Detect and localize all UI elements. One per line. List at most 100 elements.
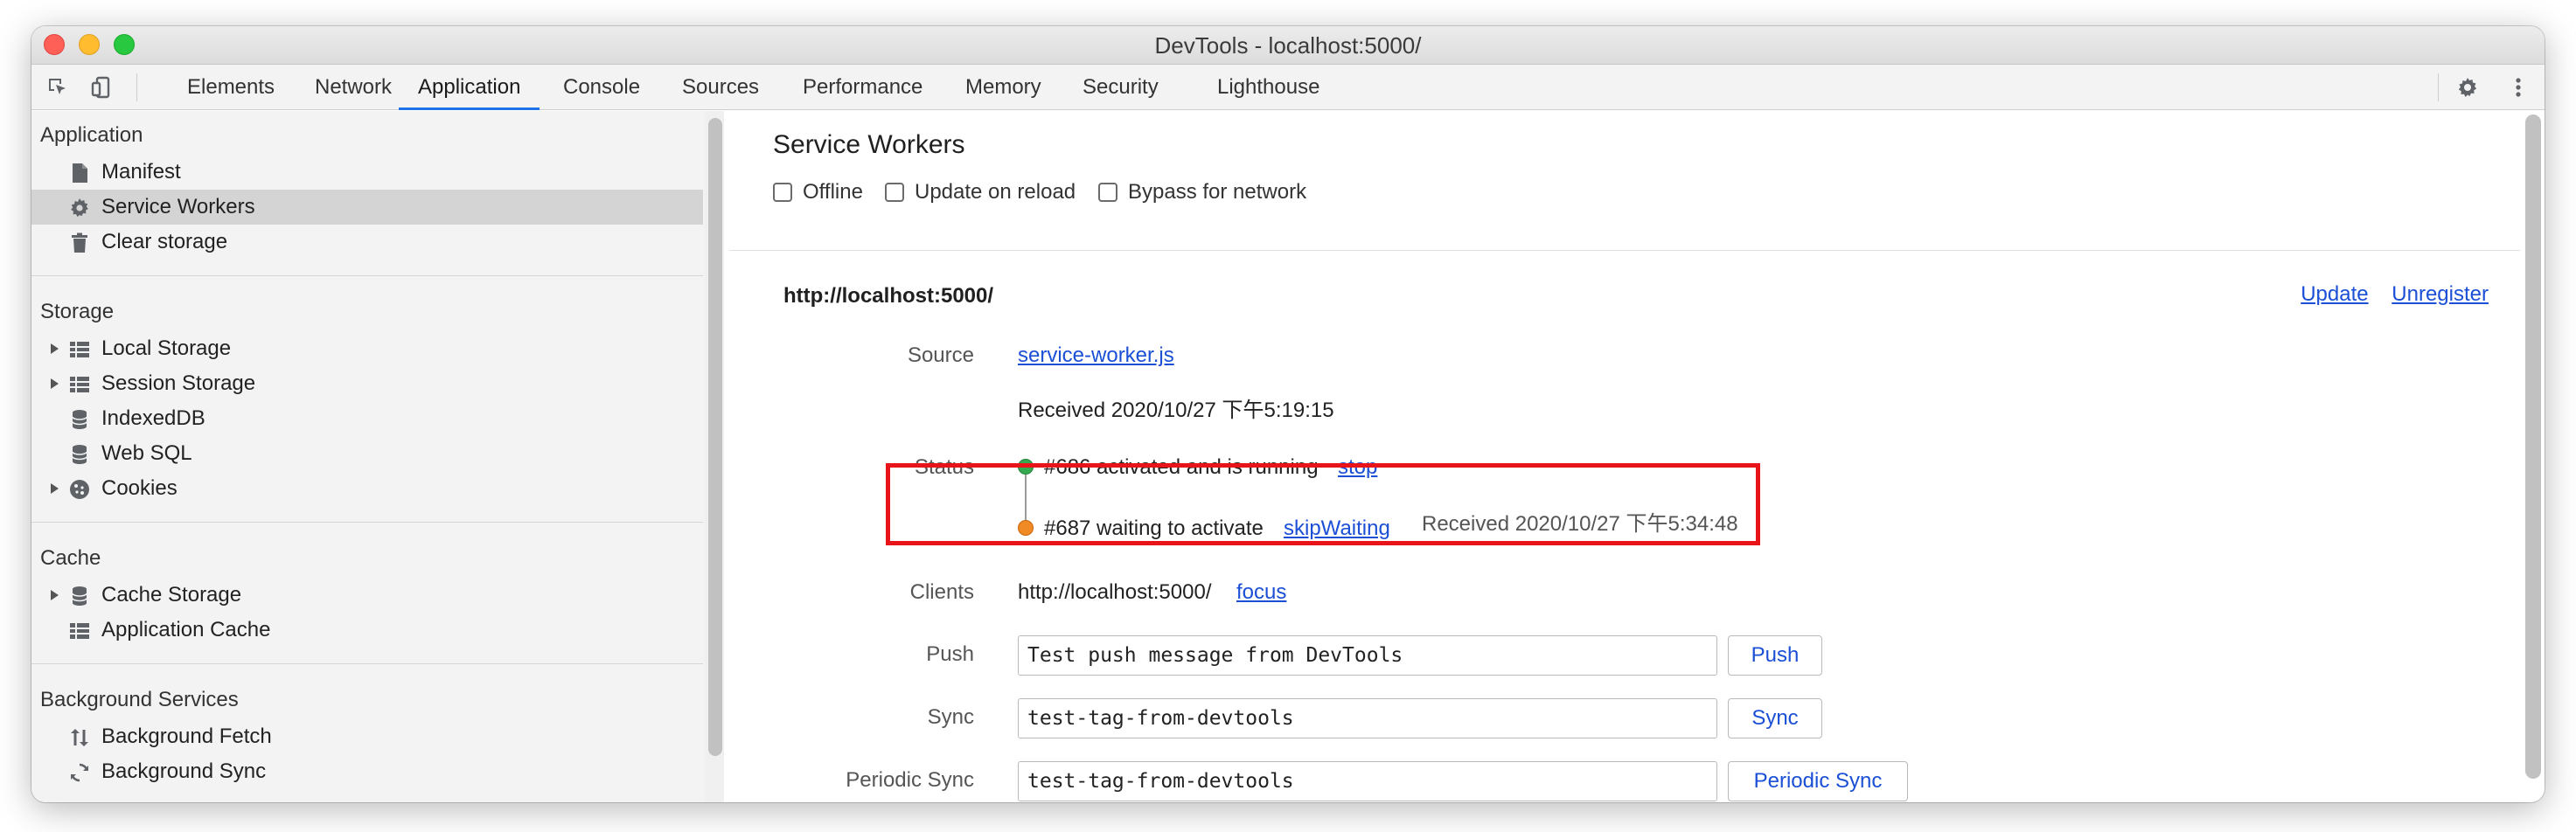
main-scrollbar[interactable]	[2525, 114, 2541, 779]
sidebar-item-cookies[interactable]: Cookies	[31, 471, 703, 506]
sidebar-scrollbar[interactable]	[708, 118, 722, 756]
source-file-link[interactable]: service-worker.js	[1018, 343, 1174, 367]
sidebar-item-label: Background Sync	[101, 759, 267, 783]
kebab-menu-icon[interactable]	[2506, 75, 2531, 100]
cookie-icon	[68, 478, 91, 501]
expand-arrow-icon[interactable]	[51, 378, 59, 389]
tab-performance[interactable]: Performance	[783, 65, 942, 110]
worker-actions: Update Unregister	[2283, 282, 2489, 307]
tab-lighthouse[interactable]: Lighthouse	[1198, 65, 1339, 110]
sidebar-item-label: Local Storage	[101, 336, 232, 360]
expand-arrow-icon[interactable]	[51, 590, 59, 600]
sidebar-item-manifest[interactable]: Manifest	[31, 155, 703, 190]
sidebar-item-label: Cache Storage	[101, 583, 242, 607]
sidebar-item-label: Background Fetch	[101, 725, 272, 748]
update-link[interactable]: Update	[2301, 282, 2368, 306]
waiting-worker-highlight-box	[886, 463, 1760, 545]
sidebar-heading-cache: Cache	[40, 546, 101, 570]
sidebar-item-background-sync[interactable]: Background Sync	[31, 754, 703, 789]
sync-button[interactable]: Sync	[1728, 698, 1822, 738]
unregister-link[interactable]: Unregister	[2392, 282, 2489, 306]
periodic-sync-button[interactable]: Periodic Sync	[1728, 761, 1908, 801]
toolbar-separator	[136, 73, 137, 101]
sidebar-item-service-workers[interactable]: Service Workers	[31, 190, 703, 225]
gear-icon	[68, 197, 91, 219]
sidebar-heading-storage: Storage	[40, 300, 115, 323]
up-down-arrows-icon	[68, 726, 91, 749]
tab-elements[interactable]: Elements	[168, 65, 294, 110]
sidebar-item-label: Session Storage	[101, 371, 256, 395]
toolbar-separator	[2438, 73, 2439, 101]
source-label: Source	[907, 343, 974, 367]
source-received: Received 2020/10/27 下午5:19:15	[1018, 399, 1334, 422]
sync-label: Sync	[927, 705, 974, 729]
sidebar-item-web-sql[interactable]: Web SQL	[31, 436, 703, 471]
tab-console[interactable]: Console	[544, 65, 659, 110]
sidebar-item-clear-storage[interactable]: Clear storage	[31, 225, 703, 260]
sidebar-item-label: Manifest	[101, 160, 181, 184]
focus-link[interactable]: focus	[1236, 580, 1286, 604]
sidebar-item-session-storage[interactable]: Session Storage	[31, 366, 703, 401]
push-message-input[interactable]: Test push message from DevTools	[1018, 635, 1717, 676]
source-value: service-worker.js	[1018, 343, 1174, 368]
checkbox-label: Bypass for network	[1128, 180, 1307, 204]
push-button[interactable]: Push	[1728, 635, 1822, 676]
section-divider	[729, 250, 2520, 251]
sidebar-heading-background-services: Background Services	[40, 688, 239, 711]
checkbox-box[interactable]	[885, 183, 904, 202]
database-icon	[68, 585, 91, 607]
push-label: Push	[926, 642, 974, 666]
sidebar-divider	[31, 663, 703, 664]
inspect-element-icon[interactable]	[45, 75, 70, 100]
checkbox-label: Update on reload	[915, 180, 1076, 204]
window-title: DevTools - localhost:5000/	[1154, 32, 1422, 59]
sidebar-item-application-cache[interactable]: Application Cache	[31, 613, 703, 648]
sync-icon	[68, 761, 91, 784]
devtools-toolbar: Elements Network Application Console Sou…	[31, 65, 2545, 110]
sidebar-item-label: Web SQL	[101, 441, 192, 465]
checkbox-label: Offline	[803, 180, 863, 204]
sidebar-item-label: Service Workers	[101, 195, 255, 218]
database-icon	[68, 408, 91, 431]
tab-memory[interactable]: Memory	[946, 65, 1061, 110]
clients-label: Clients	[909, 580, 974, 604]
periodic-sync-label: Periodic Sync	[846, 768, 974, 792]
periodic-sync-tag-input[interactable]: test-tag-from-devtools	[1018, 761, 1717, 801]
tab-sources[interactable]: Sources	[663, 65, 778, 110]
grid-icon	[68, 373, 91, 396]
sidebar-item-label: Clear storage	[101, 230, 228, 253]
sidebar-item-label: Application Cache	[101, 618, 271, 641]
expand-arrow-icon[interactable]	[51, 343, 59, 354]
sidebar-item-label: IndexedDB	[101, 406, 205, 430]
sidebar-item-background-fetch[interactable]: Background Fetch	[31, 719, 703, 754]
sidebar-item-cache-storage[interactable]: Cache Storage	[31, 578, 703, 613]
service-workers-panel: Service Workers Offline Update on reload…	[729, 111, 2545, 802]
device-toolbar-icon[interactable]	[89, 75, 114, 100]
database-icon	[68, 443, 91, 466]
document-icon	[68, 162, 91, 184]
checkbox-box[interactable]	[773, 183, 792, 202]
sidebar-item-label: Cookies	[101, 476, 178, 500]
gear-icon[interactable]	[2455, 75, 2480, 100]
page-title: Service Workers	[773, 130, 965, 159]
devtools-window: DevTools - localhost:5000/ Elements Netw…	[31, 26, 2545, 802]
tab-security[interactable]: Security	[1063, 65, 1178, 110]
sidebar-heading-application: Application	[40, 123, 143, 147]
worker-origin: http://localhost:5000/	[783, 284, 994, 308]
sync-tag-input[interactable]: test-tag-from-devtools	[1018, 698, 1717, 738]
sidebar-item-local-storage[interactable]: Local Storage	[31, 331, 703, 366]
sidebar-divider	[31, 275, 703, 276]
tab-application[interactable]: Application	[399, 65, 540, 110]
grid-icon	[68, 620, 91, 642]
checkbox-box[interactable]	[1098, 183, 1117, 202]
sidebar-divider	[31, 522, 703, 523]
clients-action: focus	[1236, 580, 1286, 605]
application-sidebar: Application Manifest Service Workers Cle…	[31, 111, 710, 802]
trash-icon	[68, 232, 91, 254]
tab-network[interactable]: Network	[296, 65, 411, 110]
grid-icon	[68, 338, 91, 361]
clients-value: http://localhost:5000/	[1018, 580, 1212, 604]
expand-arrow-icon[interactable]	[51, 483, 59, 494]
title-bar: DevTools - localhost:5000/	[31, 26, 2545, 65]
sidebar-item-indexeddb[interactable]: IndexedDB	[31, 401, 703, 436]
